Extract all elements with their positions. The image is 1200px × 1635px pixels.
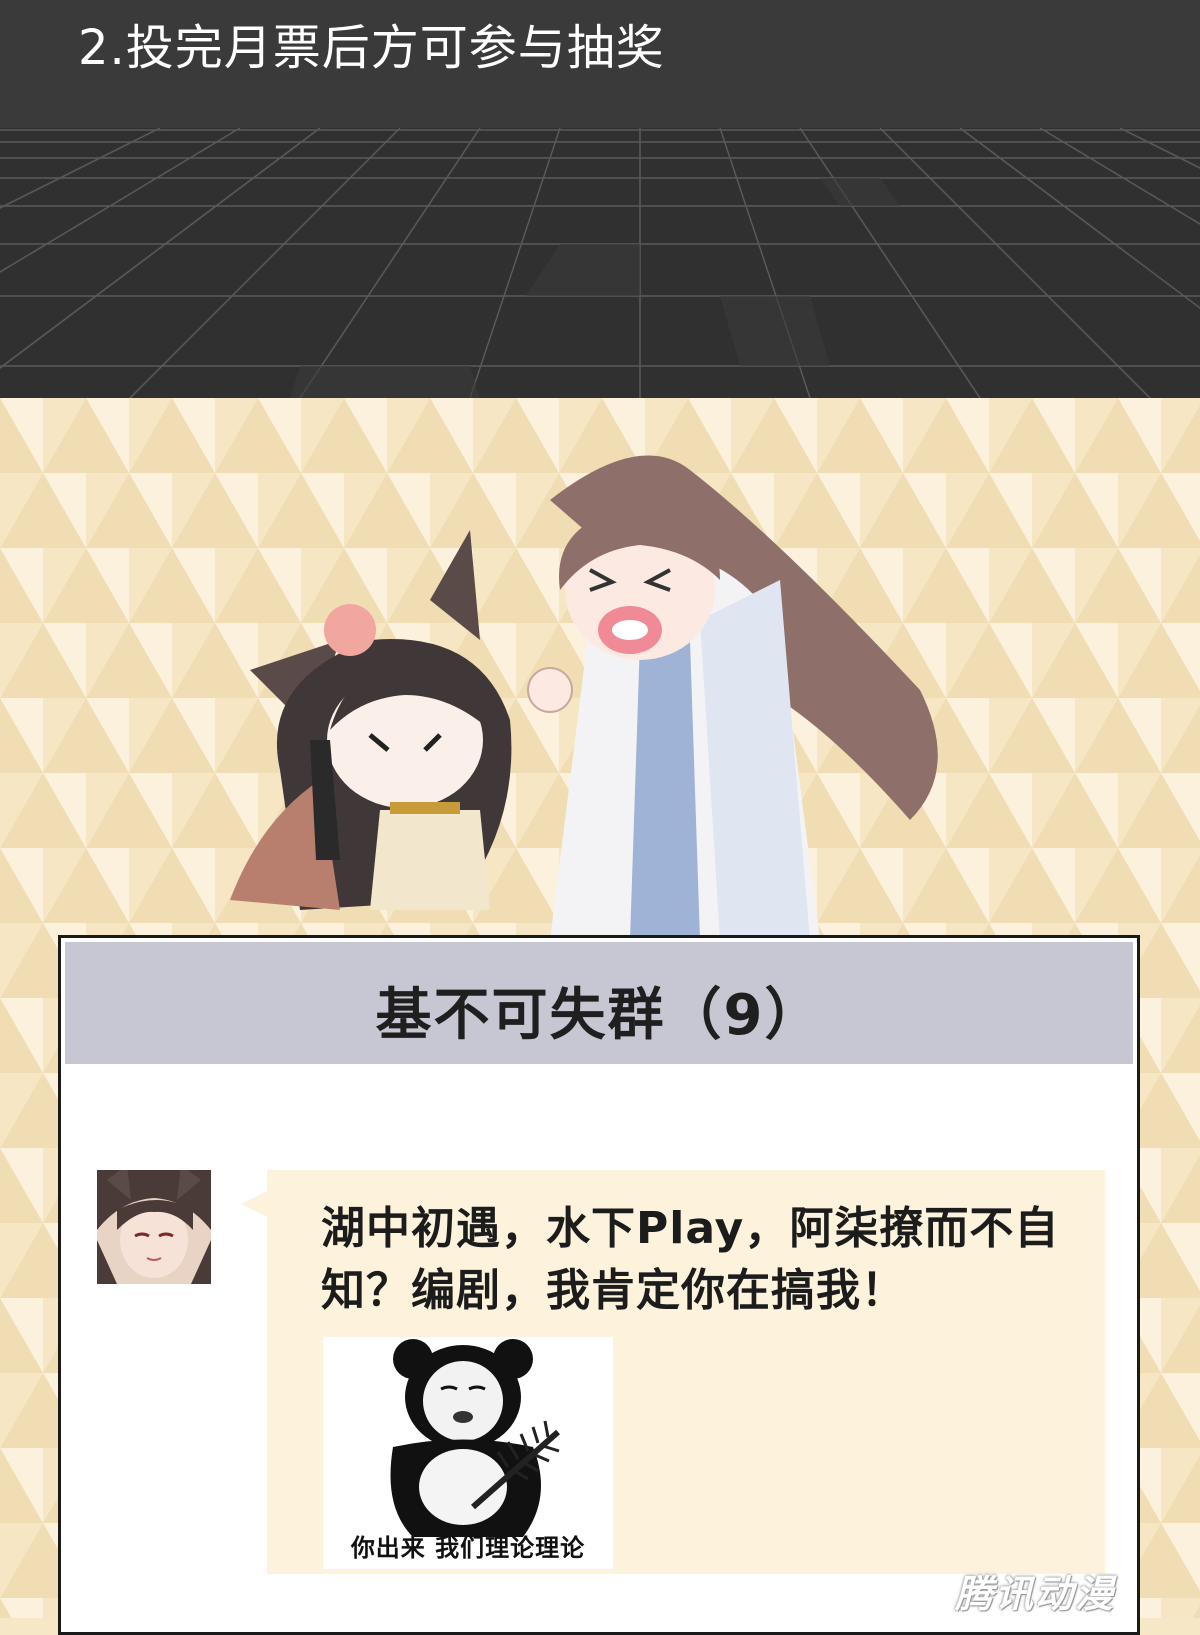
banner-text: 2.投完月票后方可参与抽奖 [78,20,665,76]
avatar[interactable] [97,1170,211,1284]
grid-floor [0,128,1200,398]
panda-meme-sticker: 你出来 我们理论理论 [323,1337,613,1569]
chibi-characters-illustration [220,440,1000,940]
watermark-logo: 腾讯动漫 [954,1572,1115,1616]
message-bubble: 湖中初遇，水下Play，阿柒撩而不自知？编剧，我肯定你在搞我！ 你出来 我们理论… [267,1170,1105,1574]
top-banner: 2.投完月票后方可参与抽奖 [0,0,1200,128]
sticker-caption: 你出来 我们理论理论 [350,1534,586,1562]
chat-header: 基不可失群（9） [65,942,1133,1064]
chat-title: 基不可失群（9） [375,983,823,1048]
message-text: 湖中初遇，水下Play，阿柒撩而不自知？编剧，我肯定你在搞我！ [321,1203,1060,1316]
bubble-tail [241,1190,269,1218]
chat-window: 基不可失群（9） 湖中初遇，水下Play，阿柒撩而不自知？编剧，我肯定你在搞我！ [58,935,1140,1635]
